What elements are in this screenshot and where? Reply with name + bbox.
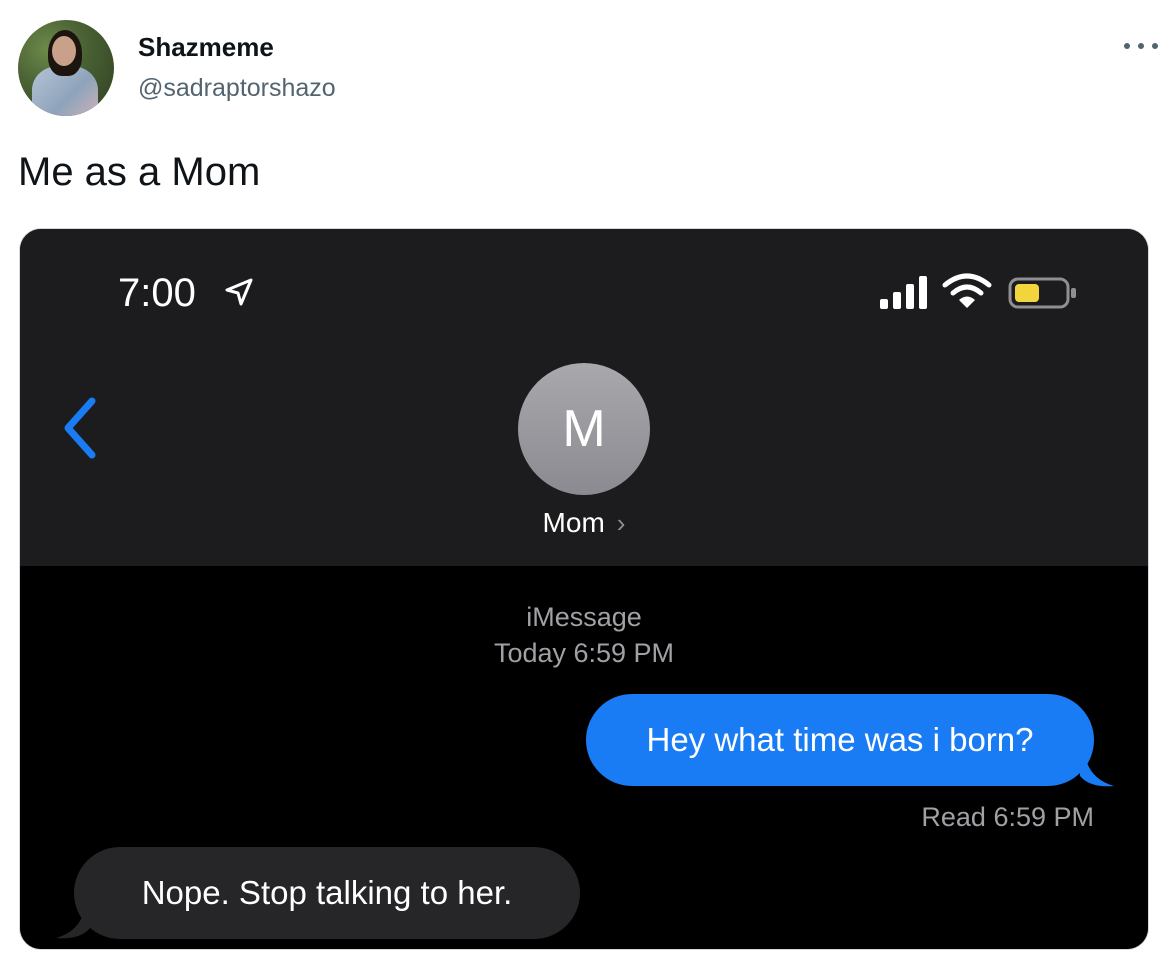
- tweet-header: Shazmeme @sadraptorshazo: [18, 18, 1158, 118]
- tweet-media-image[interactable]: 7:00 M Mom › iMessage Today 6:59 PM Hey …: [19, 228, 1149, 950]
- chevron-right-icon: ›: [616, 508, 626, 538]
- status-bar-time: 7:00: [118, 271, 196, 315]
- location-arrow-icon: [225, 278, 253, 306]
- message-bubble-incoming[interactable]: Nope. Stop talking to her.: [74, 847, 580, 939]
- battery-icon: [1008, 277, 1076, 309]
- messages-header: 7:00 M Mom ›: [20, 229, 1148, 566]
- display-name[interactable]: Shazmeme: [138, 32, 274, 63]
- contact-name-button[interactable]: Mom ›: [20, 507, 1148, 539]
- back-chevron-icon[interactable]: [60, 397, 100, 459]
- user-handle[interactable]: @sadraptorshazo: [138, 74, 336, 103]
- contact-initial: M: [562, 400, 606, 458]
- message-bubble-outgoing[interactable]: Hey what time was i born?: [586, 694, 1094, 786]
- contact-avatar[interactable]: M: [518, 363, 650, 495]
- thread-timestamp: Today 6:59 PM: [493, 638, 675, 668]
- contact-name: Mom: [542, 507, 605, 538]
- read-receipt: Read 6:59 PM: [921, 802, 1094, 832]
- message-text: Hey what time was i born?: [646, 721, 1034, 758]
- message-text: Nope. Stop talking to her.: [141, 874, 513, 911]
- wifi-icon: [942, 273, 992, 308]
- cellular-signal-icon: [880, 276, 927, 309]
- user-avatar[interactable]: [18, 20, 114, 116]
- tweet-text: Me as a Mom: [18, 150, 261, 194]
- more-options-icon[interactable]: [1124, 36, 1158, 56]
- message-thread: iMessage Today 6:59 PM Hey what time was…: [20, 566, 1148, 949]
- service-label: iMessage: [526, 602, 642, 632]
